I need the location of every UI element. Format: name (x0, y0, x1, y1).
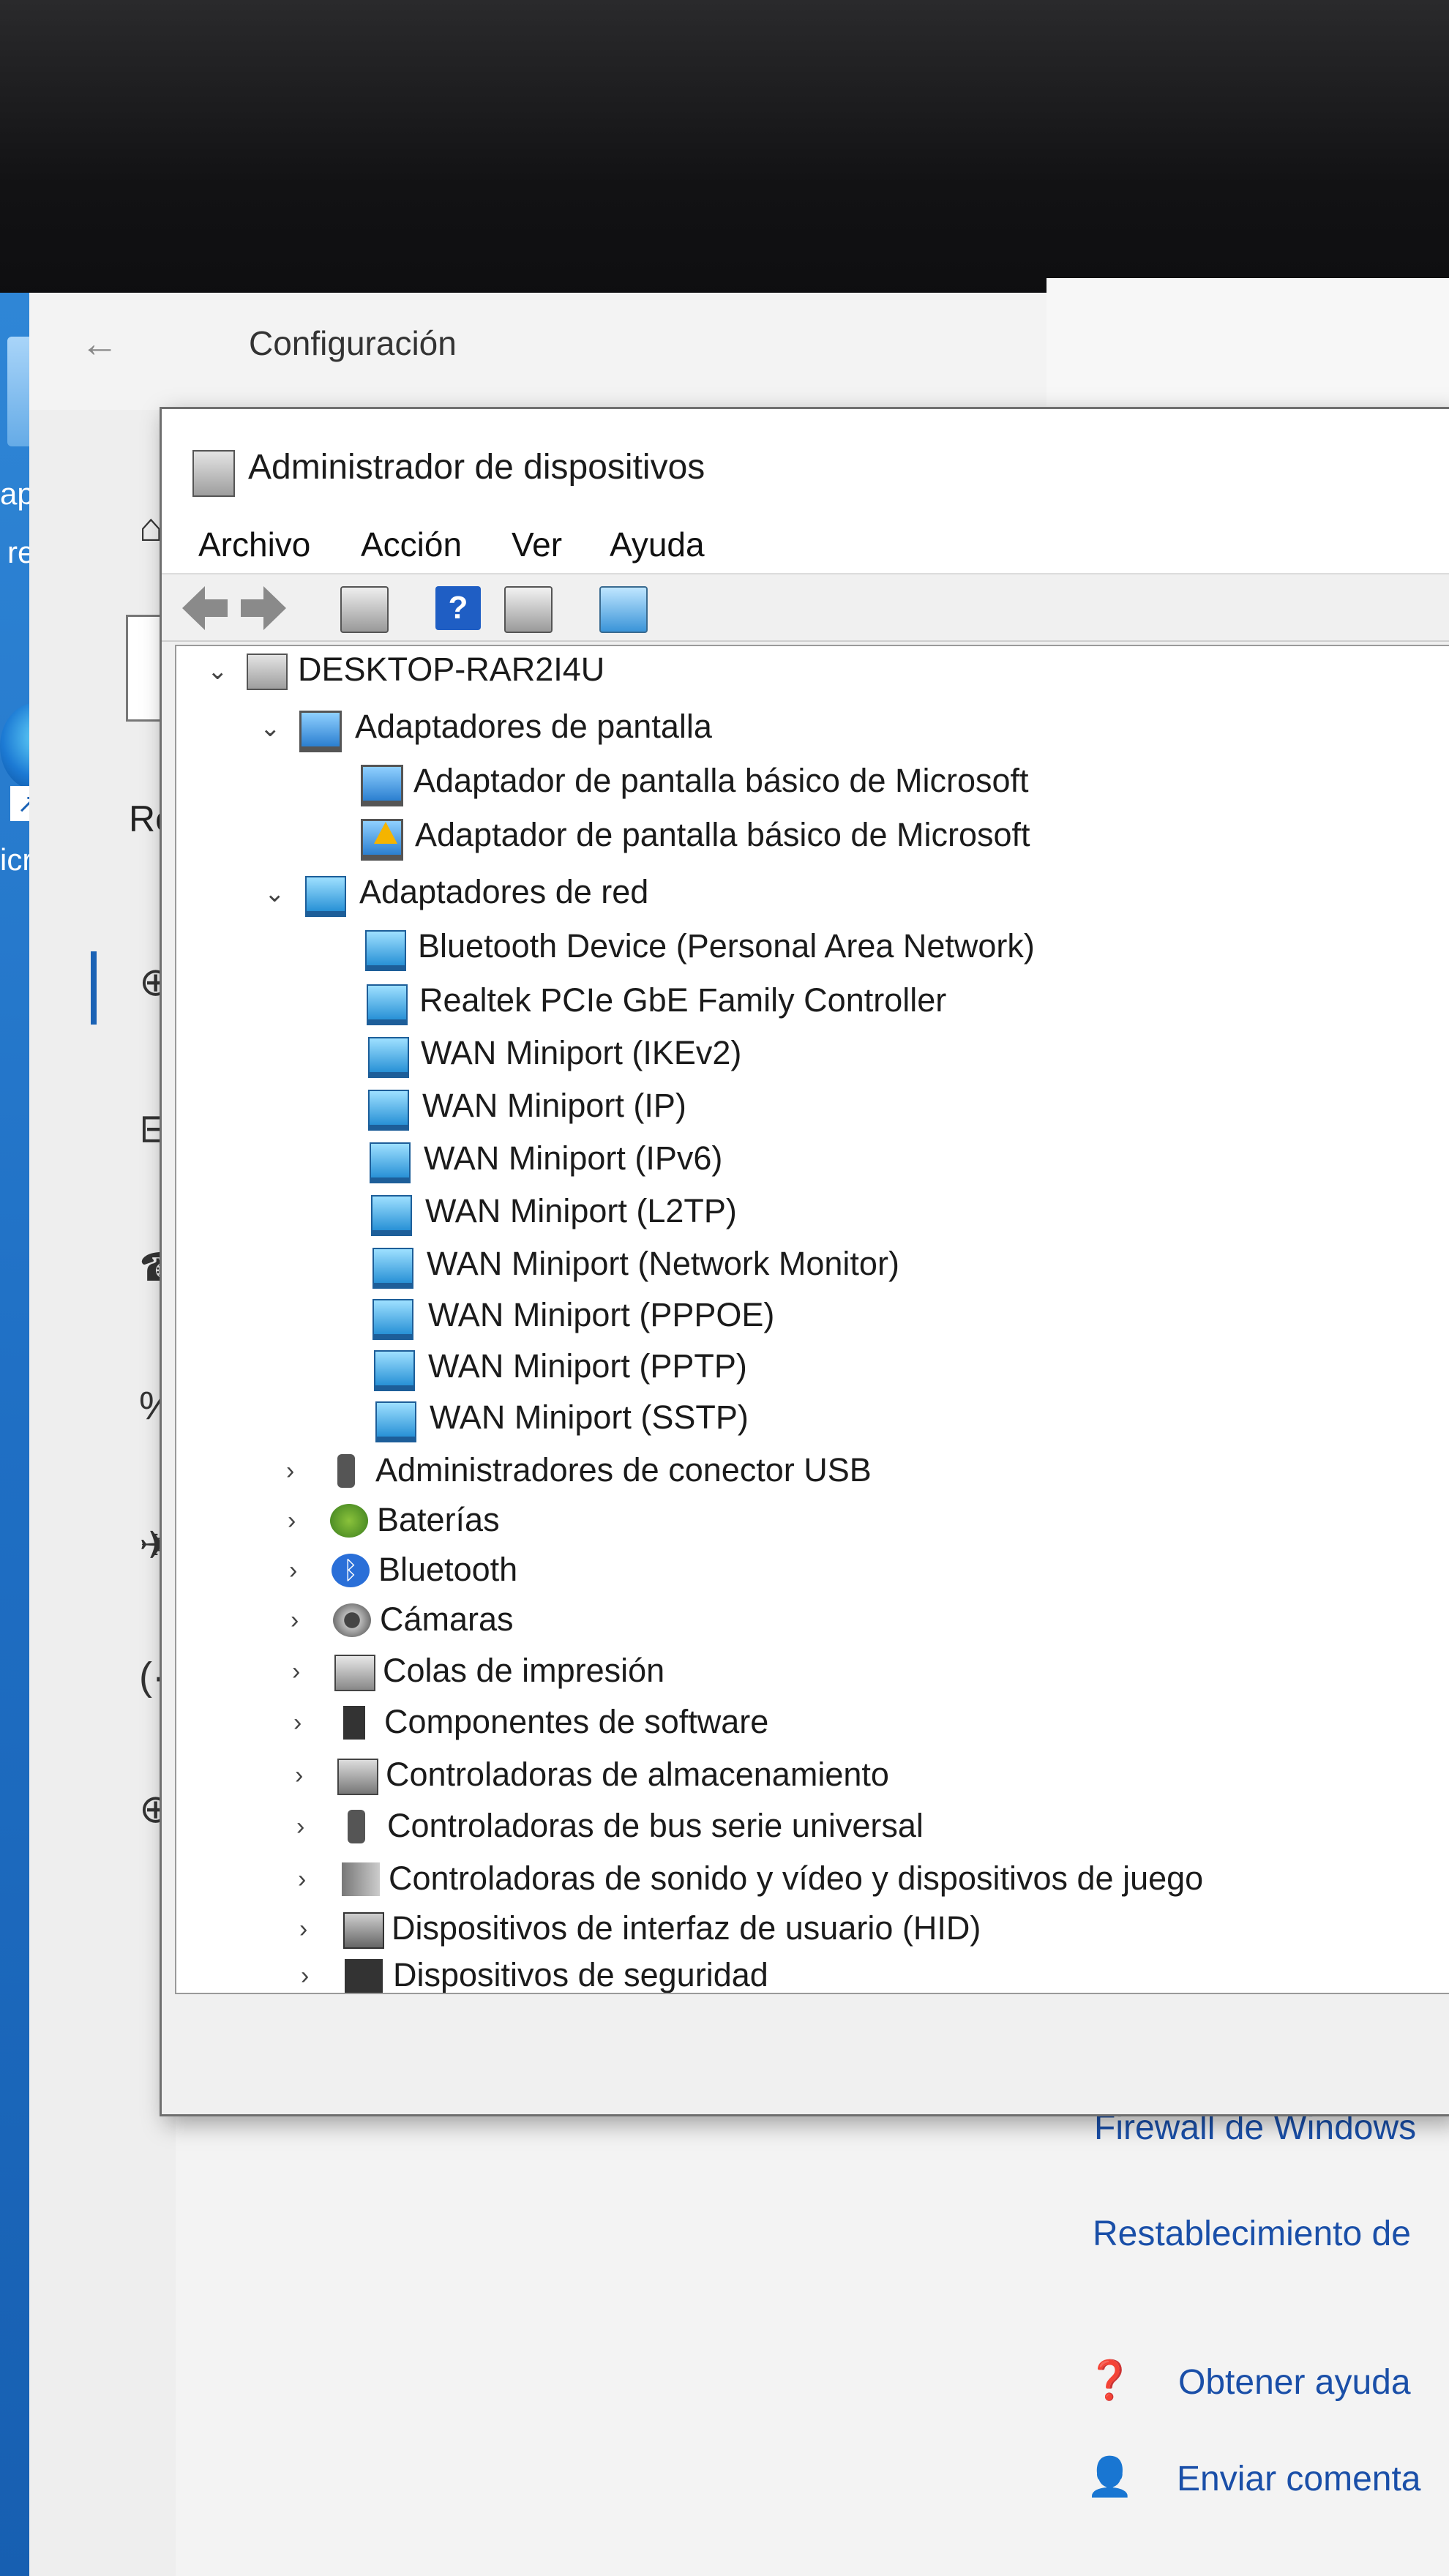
menu-bar (162, 512, 1449, 574)
device-label: Realtek PCIe GbE Family Controller (419, 981, 947, 1019)
usb-connector-icon (337, 1454, 355, 1488)
window-title: Administrador de dispositivos (248, 448, 705, 487)
category-label: Administradores de conector USB (375, 1451, 872, 1489)
nav-selection-indicator (91, 951, 97, 1025)
device-label: WAN Miniport (L2TP) (425, 1192, 737, 1229)
network-adapter-icon (305, 876, 346, 917)
device-manager-icon (192, 450, 235, 497)
monitor-bezel (0, 0, 1449, 307)
camera-icon (333, 1603, 371, 1637)
display-adapter-icon (361, 765, 403, 806)
category-label: Componentes de software (384, 1703, 769, 1740)
computer-icon (247, 654, 288, 690)
device-tree: ⌄ DESKTOP-RAR2I4U ⌄ Adaptadores de panta… (175, 645, 1449, 1994)
device-label: WAN Miniport (PPTP) (428, 1347, 747, 1385)
warning-icon (374, 822, 397, 844)
category-label: Dispositivos de interfaz de usuario (HID… (392, 1909, 981, 1947)
scan-hardware-icon[interactable] (599, 586, 648, 633)
get-help-link[interactable]: Obtener ayuda (1178, 2362, 1411, 2403)
chevron-right-icon[interactable]: › (301, 1962, 323, 1991)
chevron-right-icon[interactable]: › (289, 1557, 311, 1585)
network-reset-link[interactable]: Restablecimiento de (1093, 2214, 1411, 2254)
device-label: WAN Miniport (SSTP) (430, 1399, 749, 1436)
category-label: Adaptadores de pantalla (355, 708, 712, 745)
security-device-icon (345, 1959, 383, 1993)
back-arrow-icon[interactable]: ← (80, 322, 119, 366)
settings-title: Configuración (249, 324, 457, 362)
menu-accion[interactable]: Acción (361, 525, 462, 564)
device-label: WAN Miniport (Network Monitor) (427, 1245, 899, 1282)
chevron-right-icon[interactable]: › (298, 1865, 320, 1894)
chevron-right-icon[interactable]: › (295, 1761, 317, 1790)
category-label: Controladoras de bus serie universal (387, 1807, 924, 1844)
network-adapter-icon (367, 984, 408, 1025)
network-adapter-icon (375, 1401, 416, 1442)
device-label: Adaptador de pantalla básico de Microsof… (415, 816, 1030, 853)
network-adapter-icon (374, 1350, 415, 1391)
category-label: Baterías (377, 1501, 500, 1538)
menu-ayuda[interactable]: Ayuda (610, 525, 705, 564)
usb-controller-icon (348, 1810, 365, 1843)
software-component-icon (343, 1706, 365, 1740)
printer-icon (334, 1655, 375, 1691)
network-adapter-icon (371, 1195, 412, 1236)
chevron-right-icon[interactable]: › (292, 1658, 314, 1686)
bluetooth-icon: ᛒ (332, 1554, 370, 1587)
category-label: Controladoras de sonido y vídeo y dispos… (389, 1860, 1204, 1897)
device-label: WAN Miniport (IP) (422, 1087, 686, 1124)
network-adapter-icon (368, 1037, 409, 1078)
chevron-down-icon[interactable]: ⌄ (264, 879, 286, 908)
speaker-icon (342, 1862, 380, 1896)
device-manager-window: Administrador de dispositivos Archivo Ac… (160, 407, 1449, 2116)
network-adapter-icon (372, 1299, 413, 1340)
device-label: Adaptador de pantalla básico de Microsof… (413, 762, 1029, 799)
chevron-right-icon[interactable]: › (288, 1507, 310, 1535)
properties-icon[interactable] (340, 586, 389, 633)
chevron-right-icon[interactable]: › (293, 1709, 315, 1737)
help-icon[interactable]: ? (435, 586, 481, 630)
device-label: WAN Miniport (PPPOE) (428, 1296, 775, 1333)
update-driver-icon[interactable] (504, 586, 553, 633)
chevron-right-icon[interactable]: › (286, 1457, 308, 1486)
display-adapter-icon (299, 711, 342, 752)
send-feedback-link[interactable]: Enviar comenta (1177, 2459, 1421, 2499)
settings-header-area (1046, 278, 1449, 410)
title-bar[interactable]: Administrador de dispositivos (162, 409, 1449, 512)
root-label: DESKTOP-RAR2I4U (298, 651, 605, 688)
chevron-right-icon[interactable]: › (296, 1813, 318, 1841)
chevron-right-icon[interactable]: › (291, 1606, 312, 1635)
keyboard-icon (343, 1912, 384, 1949)
category-label: Dispositivos de seguridad (393, 1956, 768, 1993)
storage-controller-icon (337, 1759, 378, 1795)
category-label: Controladoras de almacenamiento (386, 1756, 889, 1793)
category-label: Bluetooth (378, 1551, 518, 1588)
feedback-icon: 👤 (1086, 2456, 1134, 2498)
help-chat-icon: ❓ (1086, 2359, 1134, 2402)
chevron-right-icon[interactable]: › (299, 1915, 321, 1944)
settings-nav-pane (29, 410, 176, 2576)
chevron-down-icon[interactable]: ⌄ (207, 656, 229, 686)
network-adapter-icon (368, 1090, 409, 1131)
device-label: WAN Miniport (IPv6) (424, 1139, 723, 1177)
chevron-down-icon[interactable]: ⌄ (260, 714, 282, 743)
category-label: Colas de impresión (383, 1652, 665, 1689)
menu-archivo[interactable]: Archivo (198, 525, 310, 564)
device-label: Bluetooth Device (Personal Area Network) (418, 927, 1035, 965)
network-adapter-icon (372, 1248, 413, 1289)
category-label: Cámaras (380, 1600, 514, 1638)
menu-ver[interactable]: Ver (512, 525, 562, 564)
network-adapter-icon (370, 1142, 411, 1183)
network-adapter-icon (365, 930, 406, 971)
status-bar (162, 2048, 1449, 2113)
category-label: Adaptadores de red (359, 873, 649, 910)
battery-icon (330, 1504, 368, 1538)
device-label: WAN Miniport (IKEv2) (421, 1034, 742, 1071)
